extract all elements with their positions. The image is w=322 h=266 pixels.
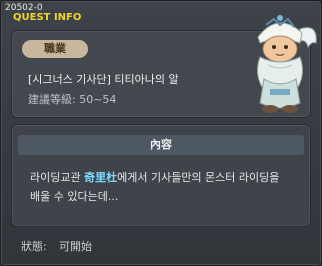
window-title: QUEST INFO: [13, 12, 82, 23]
desc-text-1: 라이딩교관: [30, 171, 85, 184]
npc-portrait-icon: [256, 15, 317, 113]
job-badge: 職業: [22, 40, 88, 58]
quest-content-panel: 內容 라이딩교관 奇里杜에게서 기사들만의 몬스터 라이딩을 배울 수 있다는데…: [11, 124, 311, 227]
quest-recommended-level: 建議等級: 50~54: [28, 93, 117, 106]
desc-text-2: 에게서 기사들만의 몬스터 라이딩을: [117, 171, 280, 184]
quest-name: [시그너스 기사단] 티티아나의 알: [28, 73, 179, 86]
content-header: 內容: [18, 135, 304, 155]
quest-description: 라이딩교관 奇里杜에게서 기사들만의 몬스터 라이딩을 배울 수 있다는데...: [30, 168, 305, 206]
npc-name-link[interactable]: 奇里杜: [84, 171, 117, 184]
quest-info-window: 20502-0 QUEST INFO 職業 [시그너스 기사단] 티티아나의 알…: [0, 0, 322, 266]
desc-text-3: 배울 수 있다는데...: [30, 190, 119, 203]
status-value: 可開始: [59, 240, 92, 253]
status-label: 狀態:: [21, 240, 47, 253]
quest-summary-panel: 職業 [시그너스 기사단] 티티아나의 알 建議等級: 50~54: [11, 15, 317, 118]
